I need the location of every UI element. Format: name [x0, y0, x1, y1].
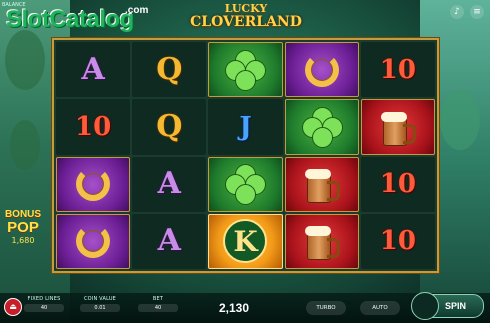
- game-logo: LUCKY CLOVERLAND: [190, 3, 302, 35]
- clover-icon: [284, 99, 359, 155]
- logo-line-2: CLOVERLAND: [190, 14, 302, 30]
- coin-value-value: 0.01: [80, 304, 120, 312]
- exit-button[interactable]: ⏏: [4, 298, 22, 316]
- coin-value-label: COIN VALUE: [83, 296, 117, 302]
- symbol-a: A: [132, 213, 207, 269]
- reel-grid: A Q 10 10 Q J A 10 A K 10: [52, 38, 439, 273]
- fixed-lines-box: FIXED LINES 40: [24, 296, 64, 320]
- symbol-10: 10: [360, 156, 435, 212]
- bet-value: 40: [138, 304, 178, 312]
- spin-button[interactable]: SPIN: [411, 292, 484, 320]
- symbol-k: K: [208, 213, 283, 269]
- symbol-a: A: [132, 156, 207, 212]
- symbol-q: Q: [132, 42, 207, 98]
- spin-label: SPIN: [445, 301, 467, 311]
- clover-icon: [208, 156, 283, 212]
- bottom-bar: ⏏ FIXED LINES 40 COIN VALUE 0.01 BET 40 …: [0, 292, 490, 323]
- beer-mug-icon: [284, 156, 359, 212]
- turbo-button[interactable]: TURBO: [306, 301, 346, 315]
- sound-icon[interactable]: ♪: [450, 5, 464, 19]
- symbol-q: Q: [132, 99, 207, 155]
- fixed-lines-label: FIXED LINES: [27, 296, 61, 302]
- beer-mug-icon: [284, 213, 359, 269]
- symbol-10: 10: [360, 42, 435, 98]
- watermark-logo: SlotCatalog: [6, 6, 134, 33]
- bet-label: BET: [152, 296, 164, 302]
- horseshoe-icon: [56, 213, 131, 269]
- bonus-title-2: POP: [7, 219, 39, 236]
- logo-line-1: LUCKY: [224, 2, 268, 15]
- horseshoe-icon: [56, 156, 131, 212]
- auto-button[interactable]: AUTO: [360, 301, 400, 315]
- menu-icon[interactable]: ≡: [470, 5, 484, 19]
- symbol-a: A: [56, 42, 131, 98]
- bet-box[interactable]: BET 40: [138, 296, 178, 320]
- clover-icon: [208, 42, 283, 98]
- beer-mug-icon: [360, 99, 435, 155]
- symbol-10: 10: [56, 99, 131, 155]
- bonus-pop: BONUS POP 1,680: [0, 210, 46, 246]
- horseshoe-icon: [284, 42, 359, 98]
- symbol-10: 10: [360, 213, 435, 269]
- win-amount: 2,130: [219, 301, 250, 315]
- top-icons: ♪ ≡: [450, 5, 484, 19]
- coin-value-box[interactable]: COIN VALUE 0.01: [80, 296, 120, 320]
- fixed-lines-value: 40: [24, 304, 64, 312]
- symbol-j: J: [208, 99, 283, 155]
- bonus-value: 1,680: [11, 236, 35, 245]
- spin-arrow-icon: [411, 292, 439, 320]
- watermark-domain: .com: [125, 5, 149, 16]
